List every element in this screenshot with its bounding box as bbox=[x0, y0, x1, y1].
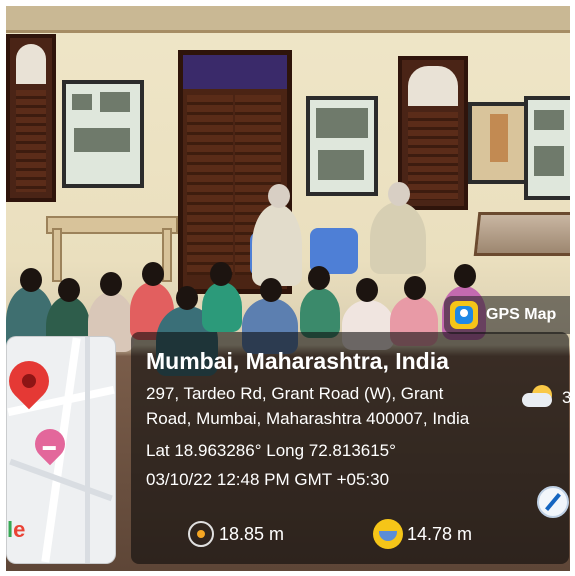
altitude-icon bbox=[373, 519, 403, 549]
student-head bbox=[308, 266, 330, 290]
map-logo: le bbox=[7, 517, 26, 542]
gps-map-app-icon bbox=[450, 301, 478, 329]
right-window bbox=[398, 56, 468, 210]
notice-frame-1 bbox=[62, 80, 144, 188]
coordinates: Lat 18.963286° Long 72.813615° bbox=[146, 441, 396, 460]
gps-map-badge: GPS Map bbox=[444, 296, 570, 334]
student-head bbox=[356, 278, 378, 302]
badge-label: GPS Map bbox=[486, 306, 557, 323]
timestamp: 03/10/22 12:48 PM GMT +05:30 bbox=[146, 470, 390, 489]
ceiling-beam bbox=[6, 6, 570, 33]
student-head bbox=[20, 268, 42, 292]
photo-frame: ▬ le GPS Map Mumbai, Maharashtra, India … bbox=[0, 0, 575, 576]
location-city: Mumbai, Maharashtra, India bbox=[146, 348, 449, 374]
display-showcase bbox=[473, 212, 570, 256]
map-road bbox=[85, 337, 90, 563]
table-leg-left bbox=[52, 228, 62, 282]
altitude-value: 14.78 m bbox=[407, 524, 473, 544]
guest bbox=[370, 202, 426, 274]
student-head bbox=[454, 264, 476, 288]
compass-icon bbox=[537, 486, 569, 518]
accuracy-icon bbox=[188, 521, 214, 547]
location-address: 297, Tardeo Rd, Grant Road (W), Grant Ro… bbox=[146, 381, 491, 431]
speaker-head bbox=[268, 184, 290, 208]
student-head bbox=[260, 278, 282, 302]
mini-map[interactable]: ▬ le bbox=[6, 336, 116, 564]
student-head bbox=[210, 262, 232, 286]
left-window bbox=[6, 34, 56, 202]
student-head bbox=[100, 272, 122, 296]
weather-icon bbox=[522, 385, 556, 411]
side-table bbox=[46, 216, 178, 234]
student bbox=[202, 282, 242, 332]
student-head bbox=[404, 276, 426, 300]
accuracy-value: 18.85 m bbox=[219, 524, 285, 544]
address-line-2: Road, Mumbai, Maharashtra 400007, India bbox=[146, 409, 470, 428]
student bbox=[300, 288, 340, 338]
temperature: 3 bbox=[562, 388, 572, 407]
student-head bbox=[58, 278, 80, 302]
guest-head bbox=[388, 182, 410, 206]
student-head bbox=[142, 262, 164, 286]
notice-frame-2 bbox=[306, 96, 378, 196]
notice-frame-3 bbox=[524, 96, 570, 200]
portrait-frame bbox=[468, 102, 530, 184]
student-head bbox=[176, 286, 198, 310]
address-line-1: 297, Tardeo Rd, Grant Road (W), Grant bbox=[146, 384, 444, 403]
speaker bbox=[252, 204, 302, 286]
